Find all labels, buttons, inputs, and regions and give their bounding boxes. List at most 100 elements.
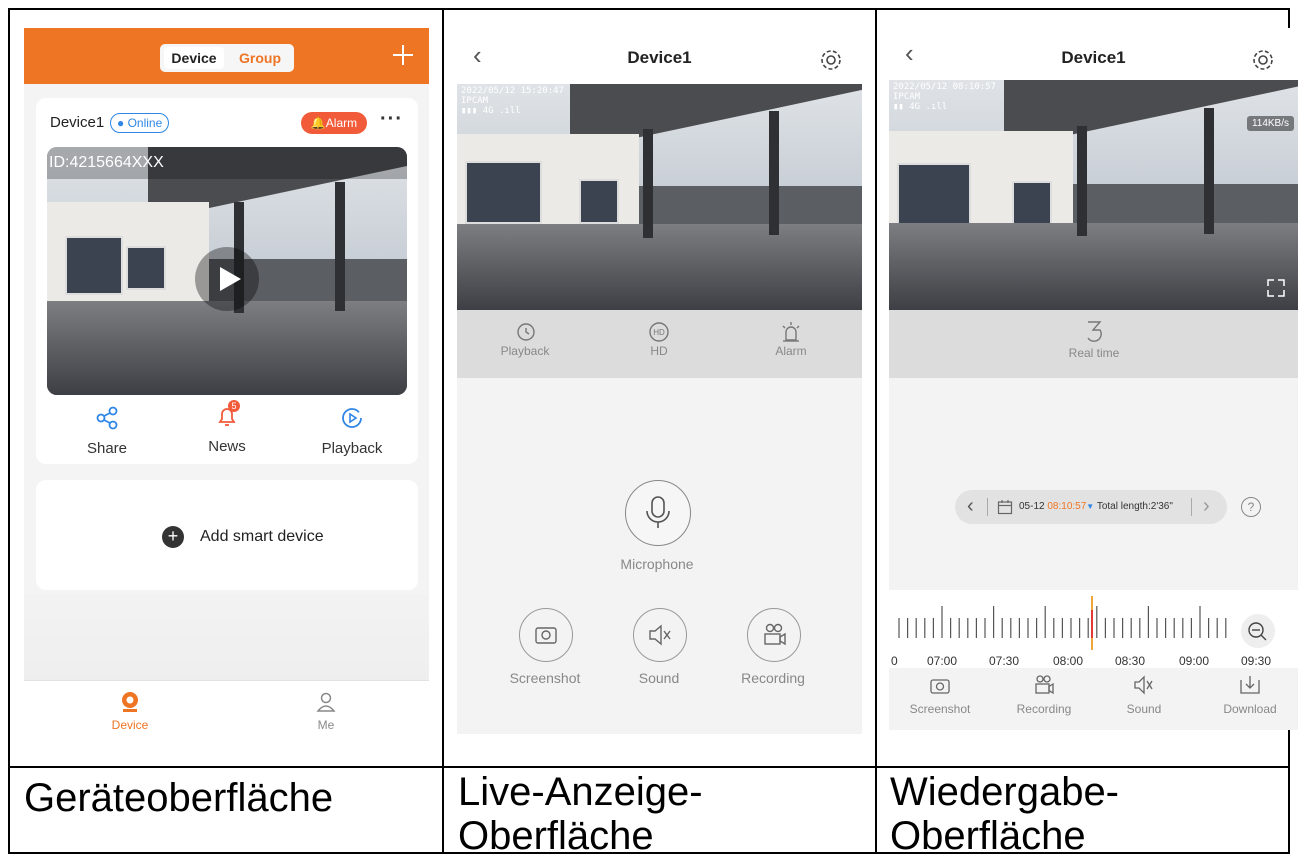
action-label: Share: [86, 440, 128, 457]
recording-label: Recording: [741, 670, 805, 686]
bottom-actions: Screenshot Recording Sound Download: [889, 668, 1298, 730]
osd-net: 4G: [909, 102, 921, 112]
header: ‹ Device1: [457, 28, 862, 84]
live-video[interactable]: 2022/05/12 15:20:47 IPCAM ▮▮▮ 4G .ıll: [457, 84, 862, 310]
speaker-mute-icon: [1134, 675, 1153, 695]
control-label: Alarm: [775, 344, 807, 358]
divider: [875, 8, 877, 854]
caption-device-interface: Geräteoberfläche: [24, 776, 334, 820]
download-icon: [1240, 676, 1260, 694]
playback-screen: ‹ Device1 2022/05/12 08:10:57 IPCAM ▮▮ 4…: [889, 28, 1298, 730]
screenshot-button[interactable]: [519, 608, 573, 662]
action-label: Screenshot: [909, 702, 971, 716]
sound-button[interactable]: [633, 608, 687, 662]
microphone-button[interactable]: [625, 480, 691, 546]
recording-button[interactable]: [747, 608, 801, 662]
osd-net: 4G: [482, 106, 494, 116]
segment-control: Device Group: [160, 44, 294, 72]
action-label: Recording: [1016, 702, 1072, 716]
hd-icon: HD: [649, 322, 669, 342]
fullscreen-icon[interactable]: [1266, 278, 1286, 298]
zoom-out-icon: [1248, 622, 1267, 641]
osd-time: 2022/05/12 08:10:57: [893, 82, 996, 92]
timeline-label: 07:30: [989, 654, 1020, 668]
sound-action[interactable]: Sound: [1107, 674, 1181, 716]
realtime-bar: Real time: [889, 310, 1298, 378]
camera-thumbnail[interactable]: ID:4215664XXX: [47, 147, 407, 395]
nav-me[interactable]: Me: [296, 691, 356, 732]
device-screen: Device Group Device1 ● Online 🔔Alarm ···…: [24, 28, 429, 748]
action-news[interactable]: 5 News: [192, 400, 262, 455]
total-length: Total length:2'36": [1096, 501, 1173, 512]
status-badge: ● Online: [110, 113, 170, 133]
play-icon[interactable]: [195, 247, 259, 311]
action-label: Sound: [1126, 702, 1162, 716]
page-title: Device1: [627, 48, 692, 67]
add-circle-icon: +: [162, 526, 184, 548]
history-icon: [517, 323, 535, 341]
realtime-button[interactable]: Real time: [1054, 318, 1134, 360]
control-label: HD: [650, 344, 668, 358]
osd-name: IPCAM: [893, 92, 921, 102]
speed-badge: 114KB/s: [1246, 116, 1294, 131]
add-device-card[interactable]: + Add smart device: [36, 480, 418, 590]
alarm-badge[interactable]: 🔔Alarm: [301, 112, 367, 134]
prev-day-button[interactable]: ‹: [967, 495, 974, 518]
tab-device[interactable]: Device: [164, 47, 224, 69]
video-osd: 2022/05/12 15:20:47 IPCAM ▮▮▮ 4G .ıll: [461, 86, 564, 116]
time[interactable]: 08:10:57: [1047, 501, 1086, 512]
gear-icon[interactable]: [1251, 48, 1275, 72]
plus-icon[interactable]: [390, 42, 416, 68]
control-alarm[interactable]: Alarm: [761, 320, 821, 358]
recording-action[interactable]: Recording: [1007, 674, 1081, 716]
action-share[interactable]: Share: [72, 406, 142, 457]
action-playback[interactable]: Playback: [312, 406, 392, 457]
timeline-label: 08:30: [1115, 654, 1146, 668]
nav-label: Device: [111, 718, 149, 732]
realtime-label: Real time: [1068, 346, 1120, 360]
download-action[interactable]: Download: [1213, 674, 1287, 716]
osd-signal: ▮▮ 4G .ıll: [893, 102, 948, 112]
control-hd[interactable]: HD HD: [629, 320, 689, 358]
playback-video[interactable]: 2022/05/12 08:10:57 IPCAM ▮▮ 4G .ıll 114…: [889, 80, 1298, 310]
caption-live-view: Live-Anzeige- Oberfläche: [458, 770, 703, 858]
nav-label: Me: [317, 718, 335, 732]
device-card: Device1 ● Online 🔔Alarm ··· ID:4215664XX…: [36, 98, 418, 464]
sound-label: Sound: [638, 670, 680, 686]
timeline-label: 09:30: [1241, 654, 1272, 668]
action-label: News: [208, 438, 246, 455]
share-icon: [96, 406, 118, 430]
video-osd: 2022/05/12 08:10:57 IPCAM ▮▮ 4G .ıll: [893, 82, 996, 112]
osd-time: 2022/05/12 15:20:47: [461, 86, 564, 96]
screenshot-label: Screenshot: [509, 670, 581, 686]
timeline-label: 08:00: [1053, 654, 1084, 668]
help-button[interactable]: ?: [1241, 497, 1261, 517]
camera-icon: [930, 679, 950, 694]
microphone-icon: [646, 496, 670, 528]
gear-icon[interactable]: [819, 48, 843, 72]
news-badge: 5: [228, 400, 240, 412]
date-text: 05-12 08:10:57▼ Total length:2'36": [1019, 501, 1173, 512]
action-label: Download: [1223, 702, 1277, 716]
status-text: Online: [127, 116, 163, 130]
camera-icon: [122, 692, 138, 712]
nav-device[interactable]: Device: [100, 691, 160, 732]
screenshot-action[interactable]: Screenshot: [903, 674, 977, 716]
page-title: Device1: [1061, 48, 1126, 67]
zoom-button[interactable]: [1241, 614, 1275, 648]
microphone-label: Microphone: [620, 556, 694, 572]
divider: [442, 8, 444, 854]
control-bar: Playback HD HD Alarm: [457, 310, 862, 378]
video-record-icon: [1035, 675, 1054, 695]
user-icon: [316, 692, 336, 712]
control-playback[interactable]: Playback: [495, 320, 555, 358]
more-icon[interactable]: ···: [380, 108, 403, 131]
timeline[interactable]: 0 07:00 07:30 08:00 08:30 09:00 09:30: [889, 590, 1298, 680]
timeline-label: 07:00: [927, 654, 958, 668]
calendar-icon[interactable]: [997, 499, 1013, 515]
next-day-button[interactable]: ›: [1203, 495, 1210, 518]
playback-icon: [342, 408, 362, 428]
header: ‹ Device1: [889, 28, 1298, 80]
tab-group[interactable]: Group: [230, 47, 290, 69]
background-image: [24, 594, 429, 680]
